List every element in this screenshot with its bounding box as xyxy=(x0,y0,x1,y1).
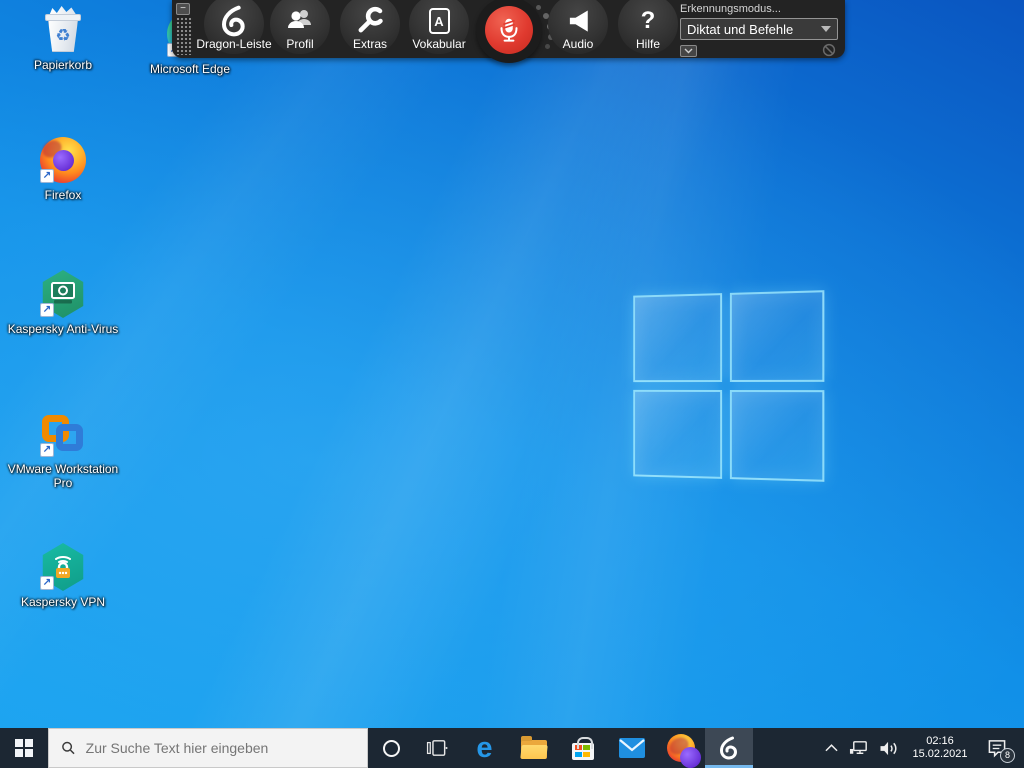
chevron-down-icon xyxy=(821,26,831,32)
toolbar-item-vokabular[interactable]: A Vokabular xyxy=(399,0,479,58)
mail-icon xyxy=(619,738,645,758)
recycle-bin-icon: ♻ xyxy=(43,6,83,54)
toolbar-item-profil[interactable]: Profil xyxy=(260,0,340,58)
recognition-mode-value: Diktat und Befehle xyxy=(687,22,793,37)
search-input[interactable] xyxy=(86,740,359,756)
toolbar-item-audio[interactable]: Audio xyxy=(538,0,618,58)
toolbar-item-extras[interactable]: Extras xyxy=(330,0,410,58)
help-icon: ? xyxy=(608,0,688,37)
windows-logo-pane xyxy=(730,290,824,382)
microphone-group xyxy=(476,0,542,66)
desktop-icon-firefox[interactable]: ↗ Firefox xyxy=(3,136,123,202)
windows-logo-wallpaper xyxy=(633,290,824,482)
taskbar-file-explorer-button[interactable] xyxy=(509,728,558,768)
microsoft-store-icon xyxy=(572,743,594,760)
microphone-button[interactable] xyxy=(485,6,533,54)
profile-people-icon xyxy=(260,0,340,37)
taskbar-store-button[interactable] xyxy=(558,728,607,768)
tray-action-center[interactable]: 8 xyxy=(976,728,1018,768)
recognition-mode-label: Erkennungsmodus... xyxy=(680,3,838,15)
network-icon xyxy=(849,740,870,757)
disabled-indicator-icon xyxy=(822,43,836,57)
shortcut-arrow-icon: ↗ xyxy=(40,169,54,183)
tray-show-hidden-icons[interactable] xyxy=(818,728,844,768)
system-tray: 02:16 15.02.2021 8 xyxy=(818,728,1024,768)
vocabulary-book-icon: A xyxy=(399,0,479,37)
file-explorer-icon xyxy=(521,740,547,759)
desktop-icon-recycle-bin[interactable]: ♻ Papierkorb xyxy=(3,6,123,72)
clock-time: 02:16 xyxy=(912,735,967,748)
start-button[interactable] xyxy=(0,728,48,768)
taskbar-dragon-button-active[interactable] xyxy=(705,728,753,768)
toolbar-minimize-button[interactable]: − xyxy=(176,3,190,15)
tray-network[interactable] xyxy=(844,728,874,768)
notification-badge: 8 xyxy=(1000,748,1015,763)
desktop-icon-kaspersky-vpn[interactable]: ↗ Kaspersky VPN xyxy=(3,543,123,609)
firefox-icon xyxy=(667,734,695,762)
windows-logo-pane xyxy=(730,390,824,482)
toolbar-item-hilfe[interactable]: ? Hilfe xyxy=(608,0,688,58)
windows-logo-pane xyxy=(633,390,722,479)
dragon-toolbar: − Dragon-Leiste Profil xyxy=(172,0,845,58)
search-icon xyxy=(61,740,76,756)
task-view-icon xyxy=(426,739,448,757)
desktop-icon-kaspersky-antivirus[interactable]: ↗ Kaspersky Anti-Virus xyxy=(3,270,123,336)
clock-date: 15.02.2021 xyxy=(912,748,967,761)
desktop-icon-label: Microsoft Edge xyxy=(150,62,230,76)
shortcut-arrow-icon: ↗ xyxy=(40,576,54,590)
tray-clock[interactable]: 02:16 15.02.2021 xyxy=(904,728,976,768)
cortana-icon xyxy=(383,740,400,757)
volume-icon xyxy=(879,740,899,757)
taskbar: e xyxy=(0,728,1024,768)
edge-icon: e xyxy=(476,734,492,763)
tray-volume[interactable] xyxy=(874,728,904,768)
desktop-icon-label: Firefox xyxy=(45,188,82,202)
desktop-icon-label: Papierkorb xyxy=(34,58,92,72)
desktop: ♻ Papierkorb ↗ Microsoft Edge ↗ Firefox xyxy=(0,0,1024,768)
desktop-icon-label: VMware Workstation Pro xyxy=(5,462,121,490)
taskbar-mail-button[interactable] xyxy=(607,728,656,768)
desktop-icon-label: Kaspersky VPN xyxy=(21,595,105,609)
desktop-icon-label: Kaspersky Anti-Virus xyxy=(8,322,119,336)
taskbar-edge-button[interactable]: e xyxy=(460,728,509,768)
task-view-button[interactable] xyxy=(414,728,460,768)
shortcut-arrow-icon: ↗ xyxy=(40,303,54,317)
recognition-mode-dropdown[interactable]: Diktat und Befehle xyxy=(680,18,838,40)
taskbar-firefox-button[interactable] xyxy=(656,728,705,768)
speaker-icon xyxy=(538,0,618,37)
shortcut-arrow-icon: ↗ xyxy=(40,443,54,457)
recognition-mode-section: Erkennungsmodus... Diktat und Befehle xyxy=(680,0,838,58)
wrench-icon xyxy=(330,0,410,37)
taskbar-search[interactable] xyxy=(48,728,368,768)
dragon-flame-icon xyxy=(717,736,741,760)
windows-logo-pane xyxy=(633,293,722,382)
chevron-up-icon xyxy=(825,744,838,752)
windows-start-icon xyxy=(15,739,33,757)
cortana-button[interactable] xyxy=(368,728,414,768)
desktop-icon-vmware-workstation[interactable]: ↗ VMware Workstation Pro xyxy=(3,410,123,490)
